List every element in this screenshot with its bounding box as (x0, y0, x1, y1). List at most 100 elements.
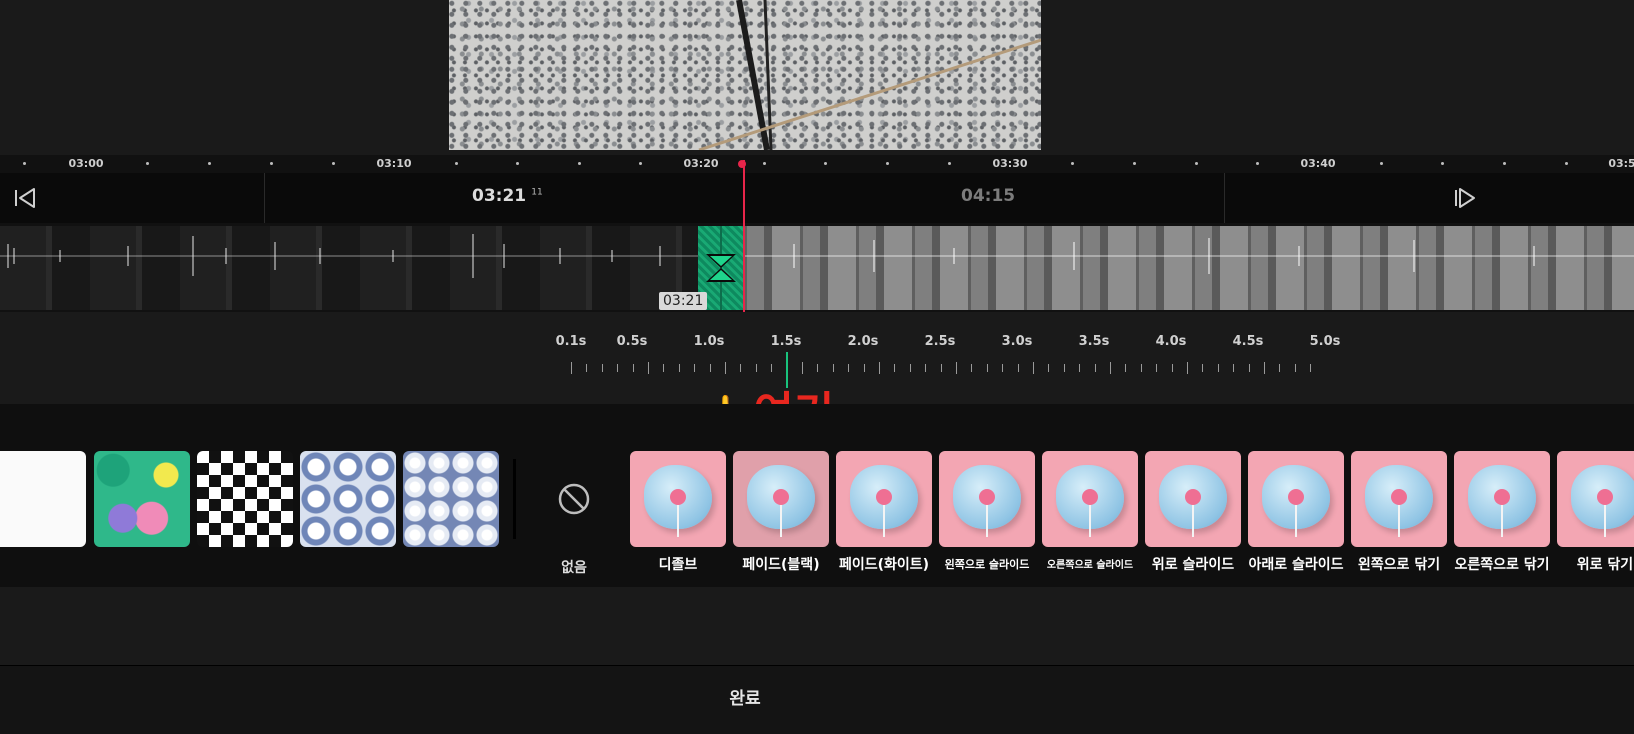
duration-tick (663, 364, 665, 372)
effect-thumb (939, 451, 1035, 547)
ruler-label: 03:20 (683, 157, 719, 170)
ruler-dot (1195, 162, 1198, 165)
next-frame-button[interactable] (1452, 185, 1482, 211)
effect-item-slide-up[interactable]: 위로 슬라이드 (1145, 451, 1241, 574)
ruler-dot (578, 162, 581, 165)
duration-tick (817, 364, 819, 372)
duration-tick (601, 364, 603, 372)
ruler-dot (1565, 162, 1568, 165)
pattern-thumb-checker[interactable] (197, 451, 293, 547)
effect-item-slide-right[interactable]: 오른쪽으로 슬라이드 (1042, 451, 1138, 571)
video-preview-frame (449, 0, 1041, 150)
duration-tick (1140, 364, 1142, 372)
ruler-dot (824, 162, 827, 165)
duration-tick (1079, 364, 1081, 372)
duration-tick (1017, 364, 1019, 372)
video-clip-left[interactable] (0, 226, 700, 310)
ruler-dot (146, 162, 149, 165)
duration-tick (1279, 364, 1281, 372)
duration-tick (586, 364, 588, 372)
video-clip-right[interactable] (744, 226, 1634, 310)
effect-label: 오른쪽으로 슬라이드 (1046, 560, 1134, 571)
preview-lines (698, 0, 1041, 150)
effect-label: 오른쪽으로 닦기 (1454, 557, 1550, 573)
ruler-label: 03:30 (992, 157, 1028, 170)
pattern-thumb-colorful[interactable] (94, 451, 190, 547)
duration-tick (709, 364, 711, 372)
none-icon (558, 483, 590, 515)
control-divider (264, 173, 265, 223)
duration-tick (894, 364, 896, 372)
effect-item-dissolve[interactable]: 디졸브 (630, 451, 726, 574)
duration-tick (740, 364, 742, 372)
effect-item-fade-white[interactable]: 페이드(화이트) (836, 451, 932, 574)
audio-waveform (744, 238, 1634, 274)
ruler-dot (516, 162, 519, 165)
duration-tick (879, 362, 880, 374)
clip-time-badge: 03:21 (659, 292, 708, 310)
duration-tick (925, 364, 927, 372)
effect-none[interactable]: 없음 (554, 451, 594, 577)
duration-tick (1048, 364, 1050, 372)
pattern-thumb-flowers-light[interactable] (300, 451, 396, 547)
ruler-dot (1071, 162, 1074, 165)
ruler-dot (948, 162, 951, 165)
duration-tick (909, 364, 911, 372)
duration-tick (755, 364, 757, 372)
effect-item-wipe-right[interactable]: 오른쪽으로 닦기 (1454, 451, 1550, 574)
duration-tick (986, 364, 988, 372)
duration-tick (1310, 364, 1312, 372)
playhead-handle[interactable] (738, 160, 746, 168)
previous-frame-button[interactable] (10, 185, 40, 211)
duration-tick (571, 362, 572, 374)
duration-tick (1264, 362, 1265, 374)
duration-tick (940, 364, 942, 372)
effect-thumb (1042, 451, 1138, 547)
duration-tick (1202, 364, 1204, 372)
control-divider (1224, 173, 1225, 223)
ruler-dot (208, 162, 211, 165)
current-frame: 11 (531, 187, 543, 198)
step-forward-icon (1455, 188, 1475, 208)
duration-tick (1063, 364, 1065, 372)
duration-tick (1217, 364, 1219, 372)
effect-item-slide-down[interactable]: 아래로 슬라이드 (1248, 451, 1344, 574)
duration-tick (771, 364, 773, 372)
ruler-dot (1133, 162, 1136, 165)
pattern-thumb-flowers-blue[interactable] (403, 451, 499, 547)
playhead[interactable] (743, 160, 745, 312)
current-time-display: 03:21 11 (472, 186, 543, 206)
duration-tick (832, 364, 834, 372)
effect-thumb (836, 451, 932, 547)
ruler-dot (639, 162, 642, 165)
audio-waveform (0, 234, 700, 278)
playback-control-bar: 03:21 11 04:15 (0, 173, 1634, 223)
ruler-dot (23, 162, 26, 165)
duration-tick (1233, 364, 1235, 372)
ruler-dot (763, 162, 766, 165)
effect-label: 위로 슬라이드 (1151, 557, 1235, 573)
ruler-label: 03:40 (1300, 157, 1336, 170)
time-ruler[interactable]: 03:00 03:10 03:20 03:30 03:40 03:5 (0, 155, 1634, 173)
effect-thumb (1557, 451, 1634, 547)
pattern-thumb-white[interactable] (0, 451, 86, 547)
effect-label: 페이드(화이트) (838, 557, 930, 573)
bottom-bar (0, 665, 1634, 734)
duration-tick (1110, 362, 1111, 374)
effect-item-wipe-left[interactable]: 왼쪽으로 닦기 (1351, 451, 1447, 574)
step-back-icon (15, 188, 35, 208)
done-button[interactable]: 완료 (700, 665, 790, 733)
duration-indicator[interactable] (786, 352, 788, 388)
ruler-label: 03:10 (376, 157, 412, 170)
effect-label: 없음 (561, 560, 587, 576)
effect-item-fade-black[interactable]: 페이드(블랙) (733, 451, 829, 574)
current-time: 03:21 (472, 186, 527, 206)
duration-tick (863, 364, 865, 372)
effect-thumb (630, 451, 726, 547)
ruler-dot (1503, 162, 1506, 165)
effect-item-wipe-up[interactable]: 위로 닦기 (1557, 451, 1634, 574)
effect-item-slide-left[interactable]: 왼쪽으로 슬라이드 (939, 451, 1035, 572)
duration-tick (1248, 364, 1250, 372)
effect-thumb (1145, 451, 1241, 547)
effect-thumb (733, 451, 829, 547)
